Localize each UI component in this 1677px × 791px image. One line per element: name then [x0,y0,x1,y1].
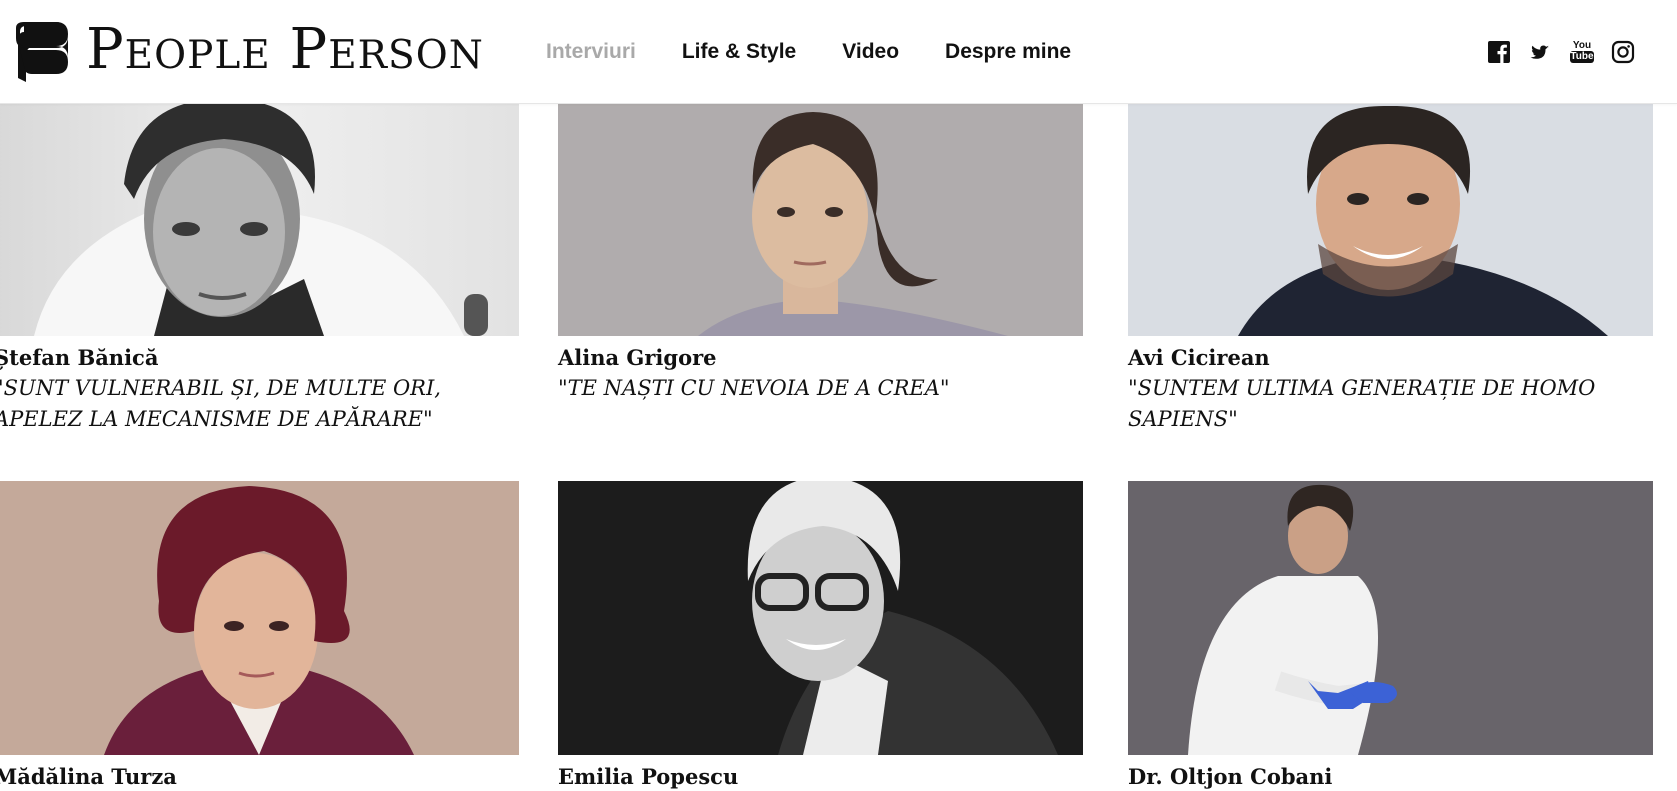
interview-name[interactable]: Emilia Popescu [558,763,738,791]
main-nav: Interviuri Life & Style Video Despre min… [546,36,1071,68]
interview-quote[interactable]: "SUNT VULNERABIL ȘI, DE MULTE ORI, APELE… [0,373,519,435]
interview-photo[interactable] [0,481,519,755]
nav-item-interviuri[interactable]: Interviuri [546,36,636,68]
interview-name[interactable]: Alina Grigore [558,344,717,372]
interview-quote[interactable]: "SUNTEM ULTIMA GENERAȚIE DE HOMO SAPIENS… [1128,373,1653,435]
interview-photo[interactable] [1128,481,1653,755]
nav-item-despre-mine[interactable]: Despre mine [945,36,1071,68]
interview-quote[interactable]: "TE NAȘTI CU NEVOIA DE A CREA" [558,373,1083,404]
twitter-icon[interactable] [1529,40,1553,64]
nav-item-video[interactable]: Video [842,36,899,68]
logo-mark-icon[interactable] [16,22,68,82]
interview-name[interactable]: Ștefan Bănică [0,344,158,372]
interview-name[interactable]: Dr. Oltjon Cobani [1128,763,1332,791]
interview-photo[interactable] [0,104,519,336]
interview-name[interactable]: Mădălina Turza [0,763,177,791]
youtube-icon[interactable]: You Tube [1570,40,1594,64]
site-header: People Person Interviuri Life & Style Vi… [0,0,1677,104]
site-logo-text[interactable]: People Person [86,14,484,86]
interview-photo[interactable] [558,481,1083,755]
nav-item-life-style[interactable]: Life & Style [682,36,796,68]
interview-name[interactable]: Avi Cicirean [1128,344,1270,372]
instagram-icon[interactable] [1611,40,1635,64]
interview-photo[interactable] [1128,104,1653,336]
interview-photo[interactable] [558,104,1083,336]
social-links: You Tube [1487,40,1677,64]
facebook-icon[interactable] [1487,40,1511,64]
